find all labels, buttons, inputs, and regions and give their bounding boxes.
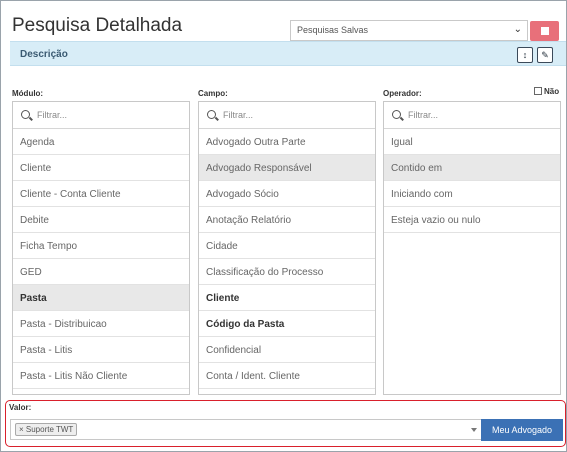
list-item[interactable]: Conta / Ident. Cliente <box>199 363 375 389</box>
nao-checkbox[interactable]: Não <box>534 87 559 96</box>
detailed-search-window: Pesquisa Detalhada Pesquisas Salvas ⌄ De… <box>0 0 567 452</box>
list-item-selected[interactable]: Advogado Responsável <box>199 155 375 181</box>
list-item[interactable]: Cliente - Conta Cliente <box>13 181 189 207</box>
campo-filter-input[interactable]: Filtrar... <box>199 102 375 129</box>
filter-placeholder: Filtrar... <box>37 110 68 120</box>
search-icon <box>21 110 30 119</box>
description-label: Descrição <box>20 49 68 60</box>
list-item[interactable]: Cliente <box>13 155 189 181</box>
list-item[interactable]: GED <box>13 259 189 285</box>
filter-placeholder: Filtrar... <box>223 110 254 120</box>
search-icon <box>207 110 216 119</box>
list-item[interactable]: Cliente <box>199 285 375 311</box>
list-item[interactable]: Cidade <box>199 233 375 259</box>
meu-advogado-button[interactable]: Meu Advogado <box>481 419 563 441</box>
saved-searches-value: Pesquisas Salvas <box>297 25 369 35</box>
list-item-selected[interactable]: Pasta <box>13 285 189 311</box>
list-item[interactable]: Iniciando com <box>384 181 560 207</box>
list-item[interactable]: Pasta - Distribuicao <box>13 311 189 337</box>
list-item[interactable]: Classificação do Processo <box>199 259 375 285</box>
list-item[interactable]: Agenda <box>13 129 189 155</box>
list-item[interactable]: Pasta - Litis <box>13 337 189 363</box>
checkbox-icon[interactable] <box>534 87 542 95</box>
modulo-label: Módulo: <box>12 89 44 98</box>
list-item[interactable]: Esteja vazio ou nulo <box>384 207 560 233</box>
list-item[interactable]: Pasta - Litis Não Cliente <box>13 363 189 389</box>
modulo-filter-input[interactable]: Filtrar... <box>13 102 189 129</box>
list-item[interactable]: Advogado Sócio <box>199 181 375 207</box>
search-icon <box>392 110 401 119</box>
sort-toggle-icon[interactable]: ↕ <box>517 47 533 63</box>
operador-filter-input[interactable]: Filtrar... <box>384 102 560 129</box>
saved-searches-select[interactable]: Pesquisas Salvas ⌄ <box>290 20 528 41</box>
delete-search-button[interactable] <box>530 21 559 41</box>
campo-list: Filtrar... Advogado Outra Parte Advogado… <box>198 101 376 395</box>
list-item[interactable]: Anotação Relatório <box>199 207 375 233</box>
operador-label: Operador: <box>383 89 422 98</box>
caret-down-icon[interactable] <box>471 428 477 432</box>
list-item-selected[interactable]: Contido em <box>384 155 560 181</box>
campo-label: Campo: <box>198 89 228 98</box>
modulo-list: Filtrar... Agenda Cliente Cliente - Cont… <box>12 101 190 395</box>
page-title: Pesquisa Detalhada <box>12 15 183 36</box>
list-item[interactable]: Confidencial <box>199 337 375 363</box>
list-item[interactable]: Igual <box>384 129 560 155</box>
chevron-down-icon: ⌄ <box>513 24 522 35</box>
list-item[interactable]: Ficha Tempo <box>13 233 189 259</box>
operador-list: Filtrar... Igual Contido em Iniciando co… <box>383 101 561 395</box>
list-item[interactable]: Advogado Outra Parte <box>199 129 375 155</box>
valor-input[interactable]: × Suporte TWT <box>10 419 481 440</box>
nao-label: Não <box>544 87 560 96</box>
filter-placeholder: Filtrar... <box>408 110 439 120</box>
stop-icon <box>541 27 549 35</box>
list-item[interactable]: Código da Pasta <box>199 311 375 337</box>
edit-icon[interactable]: ✎ <box>537 47 553 63</box>
valor-label: Valor: <box>9 403 32 412</box>
value-tag[interactable]: × Suporte TWT <box>15 423 78 436</box>
list-item[interactable]: Debite <box>13 207 189 233</box>
description-bar[interactable]: Descrição ↕ ✎ <box>10 41 566 66</box>
